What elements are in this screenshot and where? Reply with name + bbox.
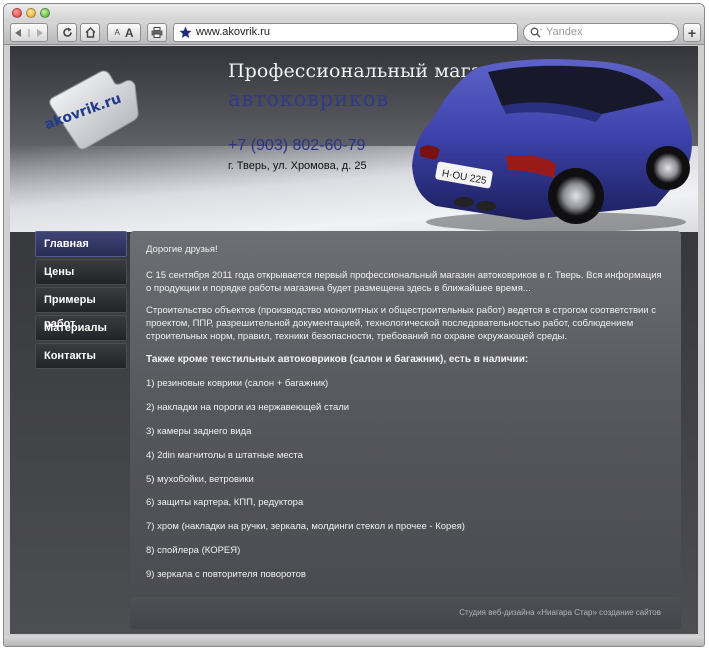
- back-forward-icon: [15, 28, 43, 37]
- print-icon: [151, 27, 163, 38]
- back-forward-buttons[interactable]: [10, 23, 48, 42]
- site-title-line2: автоковриков: [228, 87, 389, 111]
- print-button[interactable]: [147, 23, 167, 42]
- products-list: 1) резиновые коврики (салон + багажник) …: [146, 377, 465, 592]
- bookmark-star-icon[interactable]: [179, 26, 192, 39]
- list-item: 6) защиты картера, КПП, редуктора: [146, 497, 304, 509]
- text-size-buttons[interactable]: A A: [107, 23, 141, 42]
- title-bar: [4, 4, 704, 21]
- products-lead: Также кроме текстильных автоковриков (са…: [146, 354, 529, 365]
- main-menu: Главная Цены Примеры работ Материалы Кон…: [35, 231, 127, 371]
- intro-paragraph: С 15 сентября 2011 года открывается перв…: [146, 270, 662, 294]
- new-tab-button[interactable]: +: [683, 23, 701, 42]
- url-text[interactable]: www.akovrik.ru: [196, 26, 270, 38]
- main-content: Дорогие друзья! С 15 сентября 2011 года …: [130, 231, 681, 591]
- site-footer: Студия веб-дизайна «Ниагара Стар» создан…: [130, 597, 681, 629]
- menu-item-examples[interactable]: Примеры работ: [35, 287, 127, 330]
- list-item: 2) накладки на пороги из нержавеющей ста…: [146, 401, 350, 413]
- menu-item-home[interactable]: Главная: [35, 231, 127, 257]
- phone-number: +7 (903) 802-60-79: [228, 137, 366, 154]
- site-logo[interactable]: akovrik.ru: [43, 68, 140, 159]
- reload-icon: [62, 27, 72, 37]
- store-address: г. Тверь, ул. Хромова, д. 25: [228, 160, 367, 172]
- menu-item-contacts[interactable]: Контакты: [35, 343, 127, 369]
- site-header: akovrik.ru Профессиональный магазин авто…: [10, 46, 698, 232]
- status-bar: [4, 636, 704, 646]
- construction-paragraph: Строительство объектов (производство мон…: [146, 305, 657, 342]
- browser-toolbar: A A www.akovrik.ru Yandex +: [4, 21, 704, 45]
- text-larger-label[interactable]: A: [125, 26, 134, 40]
- list-item: 9) зеркала с повторителя поворотов: [146, 569, 306, 581]
- search-placeholder: Yandex: [546, 26, 583, 38]
- zoom-window-icon[interactable]: [40, 8, 50, 18]
- menu-item-materials[interactable]: Материалы: [35, 315, 127, 341]
- search-input[interactable]: Yandex: [523, 23, 679, 42]
- close-window-icon[interactable]: [12, 8, 22, 18]
- page-viewport: akovrik.ru Профессиональный магазин авто…: [10, 46, 698, 634]
- car-image: H·OU 225: [412, 59, 692, 232]
- footer-credit-link[interactable]: Студия веб-дизайна «Ниагара Стар» создан…: [459, 608, 661, 617]
- address-bar[interactable]: www.akovrik.ru: [173, 23, 518, 42]
- minimize-window-icon[interactable]: [26, 8, 36, 18]
- list-item: 1) резиновые коврики (салон + багажник): [146, 378, 329, 389]
- list-item: 8) спойлера (КОРЕЯ): [146, 545, 241, 557]
- search-icon: [530, 27, 542, 38]
- greeting-text: Дорогие друзья!: [146, 244, 218, 255]
- list-item: 5) мухобойки, ветровики: [146, 473, 254, 485]
- list-item: 4) 2din магнитолы в штатные места: [146, 449, 303, 461]
- list-item: 7) хром (накладки на ручки, зеркала, мол…: [146, 521, 465, 533]
- reload-button[interactable]: [57, 23, 77, 42]
- home-button[interactable]: [80, 23, 100, 42]
- home-icon: [85, 27, 95, 38]
- menu-item-prices[interactable]: Цены: [35, 259, 127, 285]
- browser-window: A A www.akovrik.ru Yandex + akovrik.ru П…: [3, 3, 705, 647]
- list-item: 3) камеры заднего вида: [146, 425, 252, 437]
- text-smaller-label[interactable]: A: [114, 28, 119, 37]
